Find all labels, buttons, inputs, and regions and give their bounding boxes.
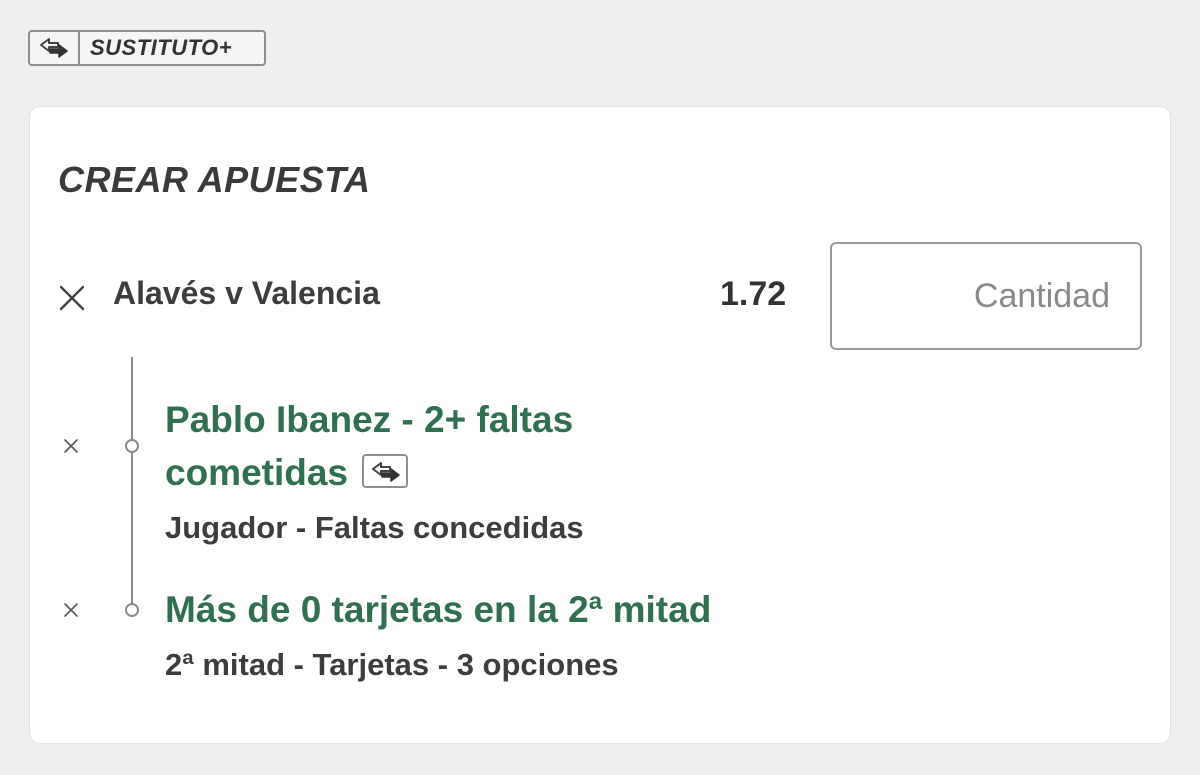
selection-1-title: Pablo Ibanez - 2+ faltas cometidas [165, 393, 573, 499]
selection-timeline [131, 357, 133, 609]
selection-1-title-line2-row: cometidas [165, 446, 573, 499]
selection-1-subtitle: Jugador - Faltas concedidas [165, 510, 584, 545]
selection-1-title-line2: cometidas [165, 452, 349, 493]
timeline-node-1 [125, 439, 139, 453]
swap-arrows-icon [362, 454, 409, 489]
swap-arrows-icon [30, 32, 80, 64]
stake-input[interactable] [830, 242, 1142, 350]
remove-selection-2-close-icon[interactable] [64, 603, 78, 622]
sustituto-badge[interactable]: SUSTITUTO+ [28, 30, 266, 66]
bet-odds: 1.72 [720, 275, 787, 313]
bet-builder-card: CREAR APUESTA Alavés v Valencia 1.72 Pab… [30, 107, 1170, 743]
timeline-node-2 [125, 603, 139, 617]
remove-selection-1-close-icon[interactable] [64, 439, 78, 458]
selection-1-title-line1: Pablo Ibanez - 2+ faltas [165, 399, 574, 440]
selection-2-title: Más de 0 tarjetas en la 2ª mitad [165, 589, 712, 630]
selection-2-subtitle: 2ª mitad - Tarjetas - 3 opciones [165, 647, 619, 682]
card-title: CREAR APUESTA [58, 159, 371, 200]
match-name: Alavés v Valencia [113, 275, 380, 311]
remove-bet-close-icon[interactable] [59, 285, 85, 316]
sustituto-label: SUSTITUTO+ [90, 35, 233, 60]
